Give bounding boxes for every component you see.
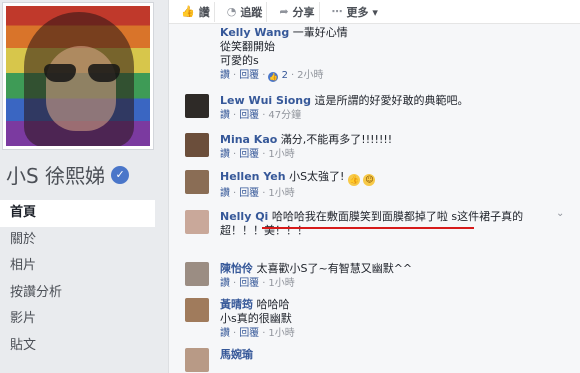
commenter-avatar[interactable] [185, 170, 209, 194]
follow-button[interactable]: ◔ 追蹤 [223, 1, 268, 22]
comment-text: 一輩好心情 [292, 26, 348, 39]
nav-item-home[interactable]: 首頁 [0, 200, 158, 227]
comment-text: 滿分,不能再多了!!!!!!! [280, 133, 393, 146]
profile-nav: 首頁 關於 相片 按讚分析 影片 貼文 [0, 200, 158, 359]
comment-meta: 讚 · 回覆 · 47分鐘 [220, 110, 302, 121]
comment-like-link[interactable]: 讚 [220, 110, 230, 121]
comment-author[interactable]: Nelly Qi [220, 210, 268, 223]
more-icon: ⋯ [331, 5, 343, 18]
comment-time[interactable]: 2小時 [297, 70, 323, 81]
like-button[interactable]: 👍 讚 [177, 1, 215, 22]
comment-meta: 讚 · 回覆 · 1小時 [220, 188, 295, 199]
like-label: 讚 [198, 5, 210, 19]
comment-like-link[interactable]: 讚 [220, 278, 230, 289]
commenter-avatar[interactable] [185, 94, 209, 118]
comment-reply-link[interactable]: 回覆 [239, 328, 259, 339]
comment-text: 哈哈哈我在敷面膜笑到面膜都掉了啦 s这件裙子真的 [271, 210, 524, 223]
post-action-bar: 👍 讚 ◔ 追蹤 ➦ 分享 ⋯ 更多 ▾ [169, 0, 580, 24]
share-label: 分享 [292, 5, 315, 19]
red-annotation-underline [262, 227, 474, 229]
comment-meta: 讚 · 回覆 · 1小時 [220, 328, 295, 339]
nav-item-videos[interactable]: 影片 [0, 306, 158, 333]
comment-reply-link[interactable]: 回覆 [239, 278, 259, 289]
more-button[interactable]: ⋯ 更多 ▾ [328, 2, 382, 22]
profile-picture[interactable] [2, 2, 154, 150]
comment-text: 小S太強了! [289, 170, 345, 183]
post-card: 👍 讚 ◔ 追蹤 ➦ 分享 ⋯ 更多 ▾ Kelly Wang 一輩好心情 從笑… [168, 0, 580, 373]
reaction-count[interactable]: 2 [282, 70, 288, 81]
more-label: 更多 ▾ [346, 5, 378, 19]
nav-item-photos[interactable]: 相片 [0, 253, 158, 280]
comment-text-line: 可愛的s [220, 54, 259, 67]
like-reaction-icon: 👍 [268, 72, 279, 82]
comment-meta: 讚 · 回覆 · 1小時 [220, 278, 295, 289]
commenter-avatar[interactable] [185, 262, 209, 286]
comment-text: 哈哈哈 [256, 298, 290, 311]
comment-time[interactable]: 47分鐘 [268, 110, 301, 121]
comment-author[interactable]: Lew Wui Siong [220, 94, 311, 107]
comment-like-link[interactable]: 讚 [220, 70, 230, 81]
comment-author[interactable]: Kelly Wang [220, 26, 289, 39]
comment-time[interactable]: 1小時 [268, 188, 294, 199]
share-icon: ➦ [279, 5, 289, 18]
profile-photo-image [6, 6, 150, 146]
comment-reply-link[interactable]: 回覆 [239, 149, 259, 160]
comment-text: 太喜歡小S了~有智慧又幽默^^ [256, 262, 413, 275]
commenter-avatar[interactable] [185, 210, 209, 234]
comment-text-line: 從笑翻開始 [220, 40, 275, 53]
follow-label: 追蹤 [240, 5, 263, 19]
comment-time[interactable]: 1小時 [268, 328, 294, 339]
comment-author[interactable]: 黃晴筠 [220, 298, 253, 311]
profile-sidebar: 小S 徐熙娣 ✓ 首頁 關於 相片 按讚分析 影片 貼文 [0, 0, 158, 373]
comment-text: 這是所謂的好愛好敢的典範吧。 [314, 94, 469, 107]
thumbs-up-emoji-icon: 👍 [347, 174, 360, 186]
share-button[interactable]: ➦ 分享 [275, 1, 320, 22]
comment-reply-link[interactable]: 回覆 [239, 188, 259, 199]
comment-meta: 讚 · 回覆 · 👍 2 · 2小時 [220, 70, 324, 82]
comment-reply-link[interactable]: 回覆 [239, 70, 259, 81]
comment-like-link[interactable]: 讚 [220, 328, 230, 339]
comment-like-link[interactable]: 讚 [220, 149, 230, 160]
commenter-avatar[interactable] [185, 133, 209, 157]
comment-author[interactable]: 陳怡伶 [220, 262, 253, 275]
commenter-avatar[interactable] [185, 298, 209, 322]
comment-reply-link[interactable]: 回覆 [239, 110, 259, 121]
verified-badge-icon: ✓ [111, 165, 130, 184]
like-icon: 👍 [181, 5, 195, 18]
rss-icon: ◔ [226, 5, 237, 18]
profile-name-row: 小S 徐熙娣 ✓ [6, 160, 130, 189]
profile-name[interactable]: 小S 徐熙娣 [6, 160, 105, 189]
comment-time[interactable]: 1小時 [268, 278, 294, 289]
comment-options-chevron-icon[interactable]: ⌄ [556, 208, 568, 220]
comment-meta: 讚 · 回覆 · 1小時 [220, 149, 295, 160]
nav-item-about[interactable]: 關於 [0, 227, 158, 254]
comment-time[interactable]: 1小時 [268, 149, 294, 160]
comment-like-link[interactable]: 讚 [220, 188, 230, 199]
commenter-avatar[interactable] [185, 348, 209, 372]
laughing-emoji-icon: ☺ [363, 174, 376, 186]
comment-author[interactable]: 馬婉瑜 [220, 348, 253, 361]
comment-author[interactable]: Hellen Yeh [220, 170, 286, 183]
comment-author[interactable]: Mina Kao [220, 133, 277, 146]
nav-item-posts[interactable]: 貼文 [0, 333, 158, 360]
nav-item-likes-analysis[interactable]: 按讚分析 [0, 280, 158, 307]
comment-text-line: 小s真的很幽默 [220, 312, 292, 325]
